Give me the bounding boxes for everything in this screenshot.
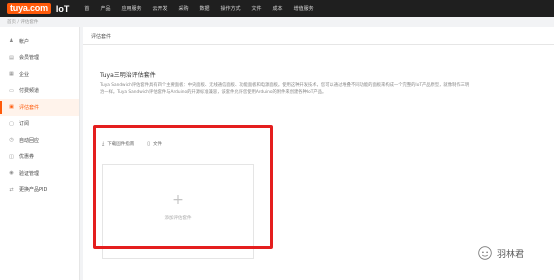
sidebar-item-label: 验证管理 xyxy=(19,170,40,177)
plus-icon: + xyxy=(172,192,184,208)
subscribe-icon: ▢ xyxy=(9,120,14,127)
nav-item[interactable]: 成本 xyxy=(273,5,283,12)
sidebar: ♟ 帐户 ▤ 会员管理 ▦ 企业 ▭ 付费频道 ▣ 评估套件 ▢ 订阅 ◷ 自动回应 ◫ 优惠券 ◉ 验证管理 ⇄ 更… xyxy=(0,27,80,280)
sidebar-item[interactable]: ▦ 企业 xyxy=(0,66,79,83)
download-icon: ⤓ xyxy=(102,141,105,147)
sidebar-item-label: 订阅 xyxy=(19,121,30,128)
watermark: 羽林君 xyxy=(478,246,524,260)
nav-item[interactable]: 数据 xyxy=(200,5,210,12)
breadcrumb[interactable]: 首页 / 评估套件 xyxy=(7,19,38,25)
title-divider xyxy=(83,44,554,45)
nav-item[interactable]: 应用服务 xyxy=(121,5,141,12)
logo-text: IoT xyxy=(55,3,70,14)
coupon-icon: ◫ xyxy=(9,153,14,160)
sidebar-item-label: 企业 xyxy=(19,71,30,78)
sidebar-item[interactable]: ▤ 会员管理 xyxy=(0,50,79,67)
page-title: 评估套件 xyxy=(91,34,112,40)
nav-item[interactable]: 云开发 xyxy=(152,5,167,12)
sidebar-item-label: 付费频道 xyxy=(19,88,40,95)
sidebar-item[interactable]: ◷ 自动回应 xyxy=(0,132,79,149)
tuya-logo[interactable]: tuya.com IoT xyxy=(7,3,69,14)
sidebar-item-label: 会员管理 xyxy=(19,55,40,62)
sidebar-item[interactable]: ◉ 验证管理 xyxy=(0,165,79,182)
sidebar-item[interactable]: ▢ 订阅 xyxy=(0,116,79,133)
sidebar-item[interactable]: ▭ 付费频道 xyxy=(0,83,79,100)
sidebar-item[interactable]: ♟ 帐户 xyxy=(0,33,79,50)
nav-item[interactable]: 操作方式 xyxy=(221,5,241,12)
card-link-label: 文件 xyxy=(152,142,162,147)
logo-mark: tuya.com xyxy=(7,3,51,14)
card-link[interactable]: ▯ 文件 xyxy=(147,141,162,147)
card-link[interactable]: ⤓ 下载固件指南 xyxy=(102,141,134,147)
main-content: 评估套件 Tuya三明治评估套件 Tuya Sandwich评估套件具有四个主要… xyxy=(83,27,554,280)
sidebar-item-label: 更换产品PID xyxy=(19,187,48,194)
sidebar-item-label: 优惠券 xyxy=(19,154,35,161)
sidebar-item-label: 评估套件 xyxy=(19,104,40,111)
auto-reply-icon: ◷ xyxy=(9,137,14,144)
members-icon: ▤ xyxy=(9,54,14,61)
wechat-icon xyxy=(478,246,492,260)
sidebar-item[interactable]: ▣ 评估套件 xyxy=(0,99,79,116)
add-kit-label: 添加评估套件 xyxy=(164,216,192,221)
payment-icon: ▭ xyxy=(9,87,14,94)
card-title: Tuya三明治评估套件 xyxy=(100,72,156,79)
verify-icon: ◉ xyxy=(9,170,14,177)
nav-item[interactable]: 增值服务 xyxy=(294,5,314,12)
top-nav-bar: tuya.com IoT 首 产品 应用服务 云开发 采购 数据 操作方式 文件 成本 增值服务 xyxy=(0,0,554,17)
sidebar-item-label: 帐户 xyxy=(19,38,30,45)
nav-item[interactable]: 产品 xyxy=(100,5,110,12)
add-kit-button[interactable]: + 添加评估套件 xyxy=(102,164,254,259)
company-icon: ▦ xyxy=(9,71,14,78)
main-nav: 首 产品 应用服务 云开发 采购 数据 操作方式 文件 成本 增值服务 xyxy=(84,5,324,12)
sidebar-item[interactable]: ⇄ 更换产品PID xyxy=(0,182,79,199)
user-icon: ♟ xyxy=(9,38,14,45)
kit-icon: ▣ xyxy=(9,104,14,111)
card-description: Tuya Sandwich评估套件具有四个主要面板：中央面板、无线通信面板、功能… xyxy=(100,83,470,95)
sidebar-item[interactable]: ◫ 优惠券 xyxy=(0,149,79,166)
nav-item[interactable]: 文件 xyxy=(252,5,262,12)
card-link-label: 下载固件指南 xyxy=(107,142,135,147)
nav-item[interactable]: 首 xyxy=(84,5,89,12)
nav-item[interactable]: 采购 xyxy=(178,5,188,12)
watermark-text: 羽林君 xyxy=(497,249,525,260)
file-icon: ▯ xyxy=(147,141,150,147)
card-links: ⤓ 下载固件指南 ▯ 文件 xyxy=(102,141,175,147)
swap-icon: ⇄ xyxy=(9,186,14,193)
sidebar-item-label: 自动回应 xyxy=(19,137,40,144)
evaluation-kit-card: Tuya三明治评估套件 Tuya Sandwich评估套件具有四个主要面板：中央… xyxy=(92,64,473,280)
